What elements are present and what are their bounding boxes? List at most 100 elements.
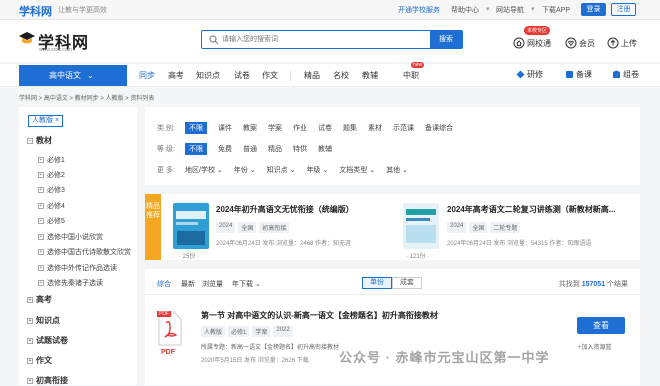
top-bar: 学科网 让教与学更高效 开通学校服务 帮助中心 ▾ 网站导航 ▾ 下载APP 登… <box>0 0 660 20</box>
wangxiaotong-button[interactable]: 网校通 <box>513 35 551 51</box>
sidebar-item[interactable]: + 选修中国小说欣赏 <box>38 232 103 242</box>
sidebar: 人教版 × − 教材 + 必修1 + 必修2 + 必修3 + 必修4 + 必修5 + 选修中国… <box>19 107 137 385</box>
nav-famous-schools[interactable]: 名校 <box>333 70 349 81</box>
segment-set[interactable]: 成套 <box>392 277 422 289</box>
download-app-link[interactable]: 下载APP <box>542 5 570 15</box>
filter-option[interactable]: 作业 <box>293 123 307 134</box>
filter-option[interactable]: 素材 <box>368 123 382 134</box>
collapse-icon: − <box>27 137 33 144</box>
main-nav: 高中语文 ⌄ 同步 高考 知识点 试卷 作文 精品 名校 教辅 中职 new 研修… <box>0 62 660 87</box>
filter-dropdown[interactable]: 地区/学校 ⌄ <box>185 165 223 175</box>
filter-option[interactable]: 精品 <box>268 144 282 155</box>
result-count: 共找到 157051 个结果 <box>558 281 628 288</box>
login-button[interactable]: 登录 <box>581 3 606 16</box>
filter-dropdown[interactable]: 知识点 ⌄ <box>267 165 296 175</box>
expand-icon: + <box>27 317 33 324</box>
compose-paper-icon <box>613 70 620 78</box>
filter-option[interactable]: 示范课 <box>393 123 414 134</box>
school-zone-badge: 本校专区 <box>524 26 551 35</box>
sidebar-section-composition[interactable]: + 作文 <box>27 355 52 366</box>
chevron-down-icon: ⌄ <box>402 167 408 174</box>
nav-sync[interactable]: 同步 <box>139 70 155 81</box>
expand-icon: + <box>38 218 44 225</box>
brand-url: www.zxxk.com <box>39 47 72 53</box>
new-badge: new <box>411 62 425 68</box>
nav-composition[interactable]: 作文 <box>262 70 278 81</box>
sidebar-section-tests[interactable]: + 试题试卷 <box>27 335 68 346</box>
expand-icon: + <box>38 234 44 241</box>
filter-option[interactable]: 教案 <box>243 123 257 134</box>
compose-paper-tool[interactable]: 组卷 <box>612 69 639 80</box>
site-nav-link[interactable]: 网站导航 <box>496 5 524 15</box>
view-button[interactable]: 查看 <box>577 317 625 334</box>
expand-icon: + <box>27 377 33 384</box>
expand-icon: + <box>38 203 44 210</box>
member-button[interactable]: 会员 <box>565 35 595 51</box>
filter-option[interactable]: 特供 <box>293 144 307 155</box>
pdf-file-icon <box>158 312 182 346</box>
segment-single[interactable]: 单份 <box>362 277 392 289</box>
sidebar-item[interactable]: + 必修1 <box>38 155 65 165</box>
sidebar-item[interactable]: + 必修3 <box>38 185 65 195</box>
filter-option[interactable]: 题集 <box>343 123 357 134</box>
filter-dropdown[interactable]: 其他 ⌄ <box>386 165 408 175</box>
sidebar-item[interactable]: + 选修中国古代诗歌散文欣赏 <box>38 247 131 257</box>
featured-card[interactable]: 2024年初升高语文无忧衔接（统编版） 2024 全国 初高衔接 2024年06月2… <box>171 194 401 260</box>
filter-dropdown[interactable]: 年级 ⌄ <box>306 165 328 175</box>
upload-icon <box>607 37 619 49</box>
stage-dropdown[interactable]: 高中语文 ⌄ <box>19 65 127 86</box>
sidebar-section-knowledge[interactable]: + 知识点 <box>27 315 60 326</box>
filter-option[interactable]: 免费 <box>218 144 232 155</box>
nav-vocational[interactable]: 中职 <box>403 70 419 81</box>
filter-option[interactable]: 不限 <box>185 143 207 155</box>
search-button[interactable]: 搜索 <box>430 31 462 48</box>
chevron-down-icon: ⌄ <box>249 167 256 174</box>
chevron-down-icon: ⌄ <box>87 71 94 80</box>
featured-section: 精品推荐 2024年初升高语文无忧衔接（统编版） 2024 全国 初高衔接 2024… <box>145 194 640 260</box>
school-service-link[interactable]: 开通学校服务 <box>398 5 440 15</box>
nav-textbook-aids[interactable]: 教辅 <box>362 70 378 81</box>
chevron-down-icon: ⌄ <box>369 167 376 174</box>
filter-dropdown[interactable]: 年份 ⌄ <box>234 165 256 175</box>
filter-dropdown[interactable]: 文档类型 ⌄ <box>339 165 375 175</box>
nav-gaokao[interactable]: 高考 <box>168 70 184 81</box>
school-icon <box>513 37 525 49</box>
sidebar-section-transition[interactable]: + 初高衔接 <box>27 375 68 386</box>
top-logo[interactable]: 学科网 <box>19 3 52 19</box>
sidebar-item[interactable]: + 选修先秦诸子选读 <box>38 278 103 288</box>
filter-option[interactable]: 普通 <box>243 144 257 155</box>
upload-button[interactable]: 上传 <box>607 35 637 51</box>
sidebar-item[interactable]: + 必修5 <box>38 216 65 226</box>
nav-papers[interactable]: 试卷 <box>234 70 250 81</box>
item-title[interactable]: 第一节 对高中语文的认识-新高一语文【金榜题名】初升高衔接教材 <box>201 310 438 321</box>
search-input[interactable] <box>222 33 422 46</box>
member-icon <box>565 37 577 49</box>
item-tags: 人教版 必修1 学案 2022 <box>201 326 293 337</box>
edition-tag[interactable]: 人教版 × <box>28 115 64 127</box>
sidebar-section-textbook[interactable]: − 教材 <box>27 135 52 146</box>
filter-option[interactable]: 不限 <box>185 122 207 134</box>
filter-option[interactable]: 课件 <box>218 123 232 134</box>
sidebar-item[interactable]: + 必修2 <box>38 170 65 180</box>
sidebar-section-gaokao[interactable]: + 高考 <box>27 294 52 305</box>
filter-option[interactable]: 试卷 <box>318 123 332 134</box>
sidebar-item[interactable]: + 选修中外传记作品选读 <box>38 263 117 273</box>
sort-comprehensive[interactable]: 综合 <box>157 279 171 289</box>
filter-option[interactable]: 教辅 <box>318 144 332 155</box>
help-center-link[interactable]: 帮助中心 <box>451 5 479 15</box>
research-tool[interactable]: 研修 <box>516 69 543 80</box>
add-to-basket-link[interactable]: +加入资源篮 <box>578 342 612 351</box>
breadcrumb[interactable]: 学科网 > 高中语文 > 教材同步 > 人教版 > 资料列表 <box>19 93 154 102</box>
sort-newest[interactable]: 最新 <box>181 279 195 289</box>
featured-card[interactable]: 2024年高考语文二轮复习讲练测（新教材新高... 2024 全国 二轮专题 202… <box>403 194 633 260</box>
nav-knowledge[interactable]: 知识点 <box>196 70 220 81</box>
filter-option[interactable]: 学案 <box>268 123 282 134</box>
nav-premium[interactable]: 精品 <box>304 70 320 81</box>
lesson-prep-tool[interactable]: 备课 <box>565 69 592 80</box>
sidebar-item[interactable]: + 必修4 <box>38 201 65 211</box>
sort-views[interactable]: 浏览量 <box>202 279 223 289</box>
featured-ribbon: 精品推荐 <box>145 194 161 260</box>
register-button[interactable]: 注册 <box>611 3 636 16</box>
filter-option[interactable]: 备课综合 <box>425 123 453 134</box>
sort-downloads[interactable]: 年下载 ⌄ <box>232 279 261 289</box>
